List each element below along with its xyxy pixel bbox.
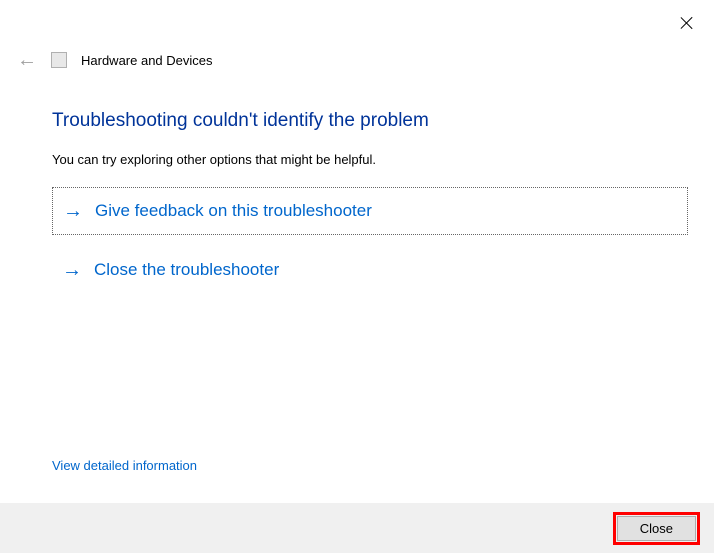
wizard-footer: Close	[0, 503, 714, 553]
wizard-header: ← Hardware and Devices	[17, 50, 213, 70]
close-button[interactable]: Close	[617, 516, 696, 541]
arrow-right-icon: →	[62, 260, 82, 280]
option-give-feedback[interactable]: → Give feedback on this troubleshooter	[52, 187, 688, 235]
window-close-icon[interactable]	[680, 16, 694, 30]
view-detailed-information-link[interactable]: View detailed information	[52, 458, 197, 473]
option-label: Give feedback on this troubleshooter	[95, 201, 372, 221]
troubleshooter-app-icon	[51, 52, 67, 68]
page-subtitle: You can try exploring other options that…	[52, 152, 688, 167]
back-arrow-icon[interactable]: ←	[17, 50, 37, 70]
header-title: Hardware and Devices	[81, 53, 213, 68]
page-title: Troubleshooting couldn't identify the pr…	[52, 110, 688, 132]
arrow-right-icon: →	[63, 201, 83, 221]
option-label: Close the troubleshooter	[94, 260, 279, 280]
close-button-highlight: Close	[613, 512, 700, 545]
option-close-troubleshooter[interactable]: → Close the troubleshooter	[52, 247, 688, 293]
